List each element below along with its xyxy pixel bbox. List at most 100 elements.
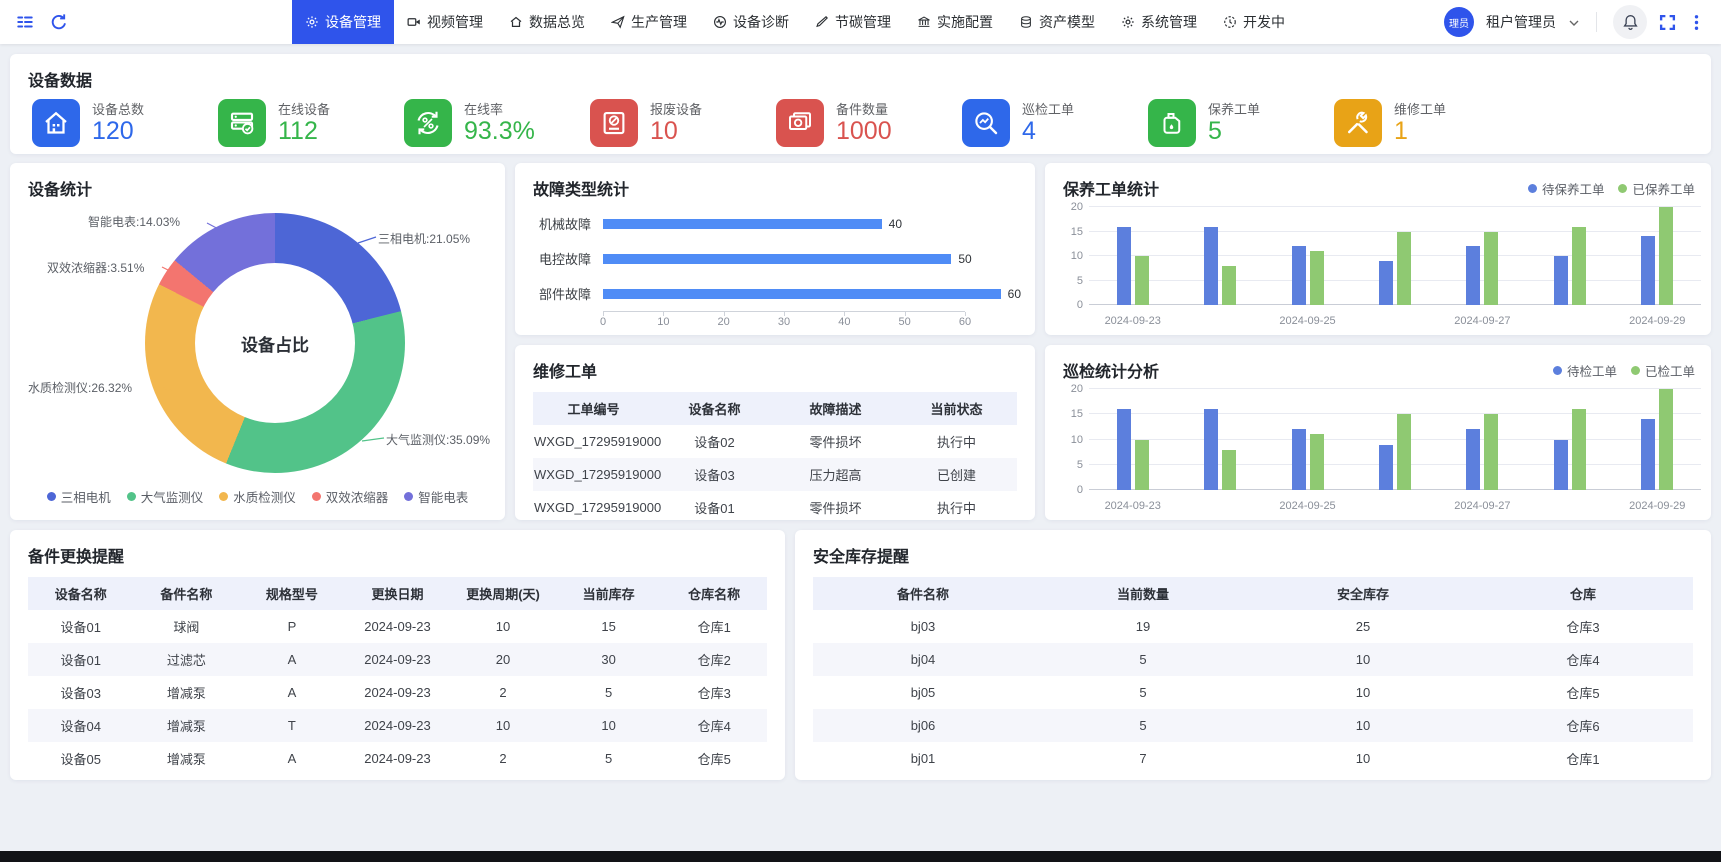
table-row: bj06510仓库6 (813, 709, 1693, 742)
x-axis-tick-label (1351, 315, 1438, 327)
stat-value: 5 (1208, 118, 1260, 145)
collapse-menu-icon[interactable] (16, 13, 34, 31)
fault-x-axis: 0102030405060 (603, 311, 965, 332)
fault-bar (603, 219, 882, 229)
chevron-down-icon[interactable] (1568, 16, 1580, 28)
bar-done (1659, 207, 1673, 305)
pie-slice-label: 三相电机:21.05% (378, 230, 470, 247)
top-navbar: 设备管理视频管理数据总览生产管理设备诊断节碳管理实施配置资产模型系统管理开发中 … (0, 0, 1721, 44)
divider (1596, 12, 1597, 32)
bar-group (1466, 207, 1498, 305)
nav-item-1[interactable]: 设备管理 (292, 0, 394, 44)
legend-item[interactable]: 水质检测仪 (219, 487, 296, 506)
table-cell: WXGD_17295919000 (533, 491, 654, 524)
fault-bar (603, 254, 951, 264)
magnifier-chart-icon (962, 99, 1010, 147)
user-avatar[interactable]: 理员 (1444, 7, 1474, 37)
column-header: 设备名称 (654, 392, 775, 425)
table-cell: WXGD_17295919000 (533, 425, 654, 458)
bar-done (1484, 232, 1498, 306)
nav-item-6[interactable]: 节碳管理 (802, 0, 904, 44)
more-dots-icon[interactable] (1688, 14, 1705, 31)
table-cell: 已创建 (896, 458, 1017, 491)
table-cell: 20 (450, 643, 556, 676)
legend-item[interactable]: 已检工单 (1631, 361, 1695, 380)
legend-dot (1528, 184, 1537, 193)
nav-item-4[interactable]: 生产管理 (598, 0, 700, 44)
navbar-right: 理员 租户管理员 (1444, 5, 1721, 39)
fullscreen-icon[interactable] (1659, 14, 1676, 31)
inspection-bar-plot: 05101520 (1089, 389, 1701, 490)
legend-label: 智能电表 (418, 487, 468, 506)
nav-item-3[interactable]: 数据总览 (496, 0, 598, 44)
nav-item-label: 设备诊断 (733, 12, 789, 32)
column-header: 工单编号 (533, 392, 654, 425)
nav-item-2[interactable]: 视频管理 (394, 0, 496, 44)
fault-bar-track: 50 (603, 252, 1021, 266)
x-axis-tick-label: 2024-09-25 (1264, 315, 1351, 327)
bar-pending (1554, 256, 1568, 305)
stat-value: 10 (650, 118, 702, 145)
inspection-analysis-chart-card: 巡检统计分析 待检工单已检工单 05101520 2024-09-232024-… (1045, 345, 1711, 520)
spare-cards-icon (776, 99, 824, 147)
nav-item-5[interactable]: 设备诊断 (700, 0, 802, 44)
card-title: 故障类型统计 (515, 163, 1035, 200)
axis-tick-label: 20 (718, 316, 730, 328)
spare-replace-card: 备件更换提醒 设备名称备件名称规格型号更换日期更换周期(天)当前库存仓库名称设备… (10, 530, 785, 780)
table-cell: 仓库1 (661, 610, 767, 643)
bar-pending (1554, 440, 1568, 491)
legend-dot (47, 492, 56, 501)
refresh-icon[interactable] (50, 13, 68, 31)
table-cell: 仓库3 (1473, 610, 1693, 643)
axis-tick-label: 50 (899, 316, 911, 328)
table-cell: 增减泵 (134, 742, 240, 775)
nav-item-10[interactable]: 开发中 (1210, 0, 1298, 44)
legend-label: 待检工单 (1567, 361, 1617, 380)
stat-label: 维修工单 (1394, 101, 1446, 118)
fault-type-card: 故障类型统计 机械故障40电控故障50部件故障60 0102030405060 (515, 163, 1035, 335)
server-check-icon (218, 99, 266, 147)
device-pie-chart: 设备占比 三相电机:21.05%大气监测仪:35.09%水质检测仪:26.32%… (10, 163, 505, 520)
column-header: 仓库 (1473, 577, 1693, 610)
legend-item[interactable]: 大气监测仪 (127, 487, 204, 506)
legend-item[interactable]: 双效浓缩器 (312, 487, 389, 506)
coins-icon (1019, 15, 1033, 29)
table-row: WXGD_17295919000设备03压力超高已创建 (533, 458, 1017, 491)
nav-item-label: 设备管理 (325, 12, 381, 32)
table-header-row: 设备名称备件名称规格型号更换日期更换周期(天)当前库存仓库名称 (28, 577, 767, 610)
x-axis-tick-label: 2024-09-29 (1614, 500, 1701, 512)
legend-item[interactable]: 已保养工单 (1618, 179, 1695, 198)
stat-card-4: 报废设备10 (590, 99, 776, 147)
table-header-row: 工单编号设备名称故障描述当前状态 (533, 392, 1017, 425)
stat-label: 报废设备 (650, 101, 702, 118)
bar-done (1397, 414, 1411, 490)
fault-bar-track: 40 (603, 217, 1021, 231)
y-axis-tick-label: 15 (1057, 226, 1083, 238)
pie-slice-label: 智能电表:14.03% (88, 213, 180, 230)
fault-bar-value: 40 (889, 217, 902, 231)
notification-bell-button[interactable] (1613, 5, 1647, 39)
table-cell: 10 (556, 709, 662, 742)
table-cell: 设备03 (28, 676, 134, 709)
legend-item[interactable]: 三相电机 (47, 487, 111, 506)
nav-item-9[interactable]: 系统管理 (1108, 0, 1210, 44)
nav-item-7[interactable]: 实施配置 (904, 0, 1006, 44)
nav-item-label: 开发中 (1243, 12, 1285, 32)
table-cell: A (239, 676, 345, 709)
legend-item[interactable]: 智能电表 (404, 487, 468, 506)
legend-label: 三相电机 (61, 487, 111, 506)
column-header: 更换周期(天) (450, 577, 556, 610)
user-name[interactable]: 租户管理员 (1486, 12, 1556, 32)
pie-slice-label: 大气监测仪:35.09% (386, 431, 490, 448)
legend-item[interactable]: 待保养工单 (1528, 179, 1605, 198)
table-cell: 过滤芯 (134, 643, 240, 676)
y-axis-tick-label: 0 (1057, 299, 1083, 311)
nav-item-8[interactable]: 资产模型 (1006, 0, 1108, 44)
stat-cards-row: 设备总数120在线设备112在线率93.3%报废设备10备件数量1000巡检工单… (10, 91, 1711, 147)
fault-bar-value: 60 (1008, 287, 1021, 301)
legend-item[interactable]: 待检工单 (1553, 361, 1617, 380)
bar-done (1572, 409, 1586, 490)
bar-done (1222, 266, 1236, 305)
stat-label: 在线率 (464, 101, 535, 118)
bar-done (1397, 232, 1411, 306)
